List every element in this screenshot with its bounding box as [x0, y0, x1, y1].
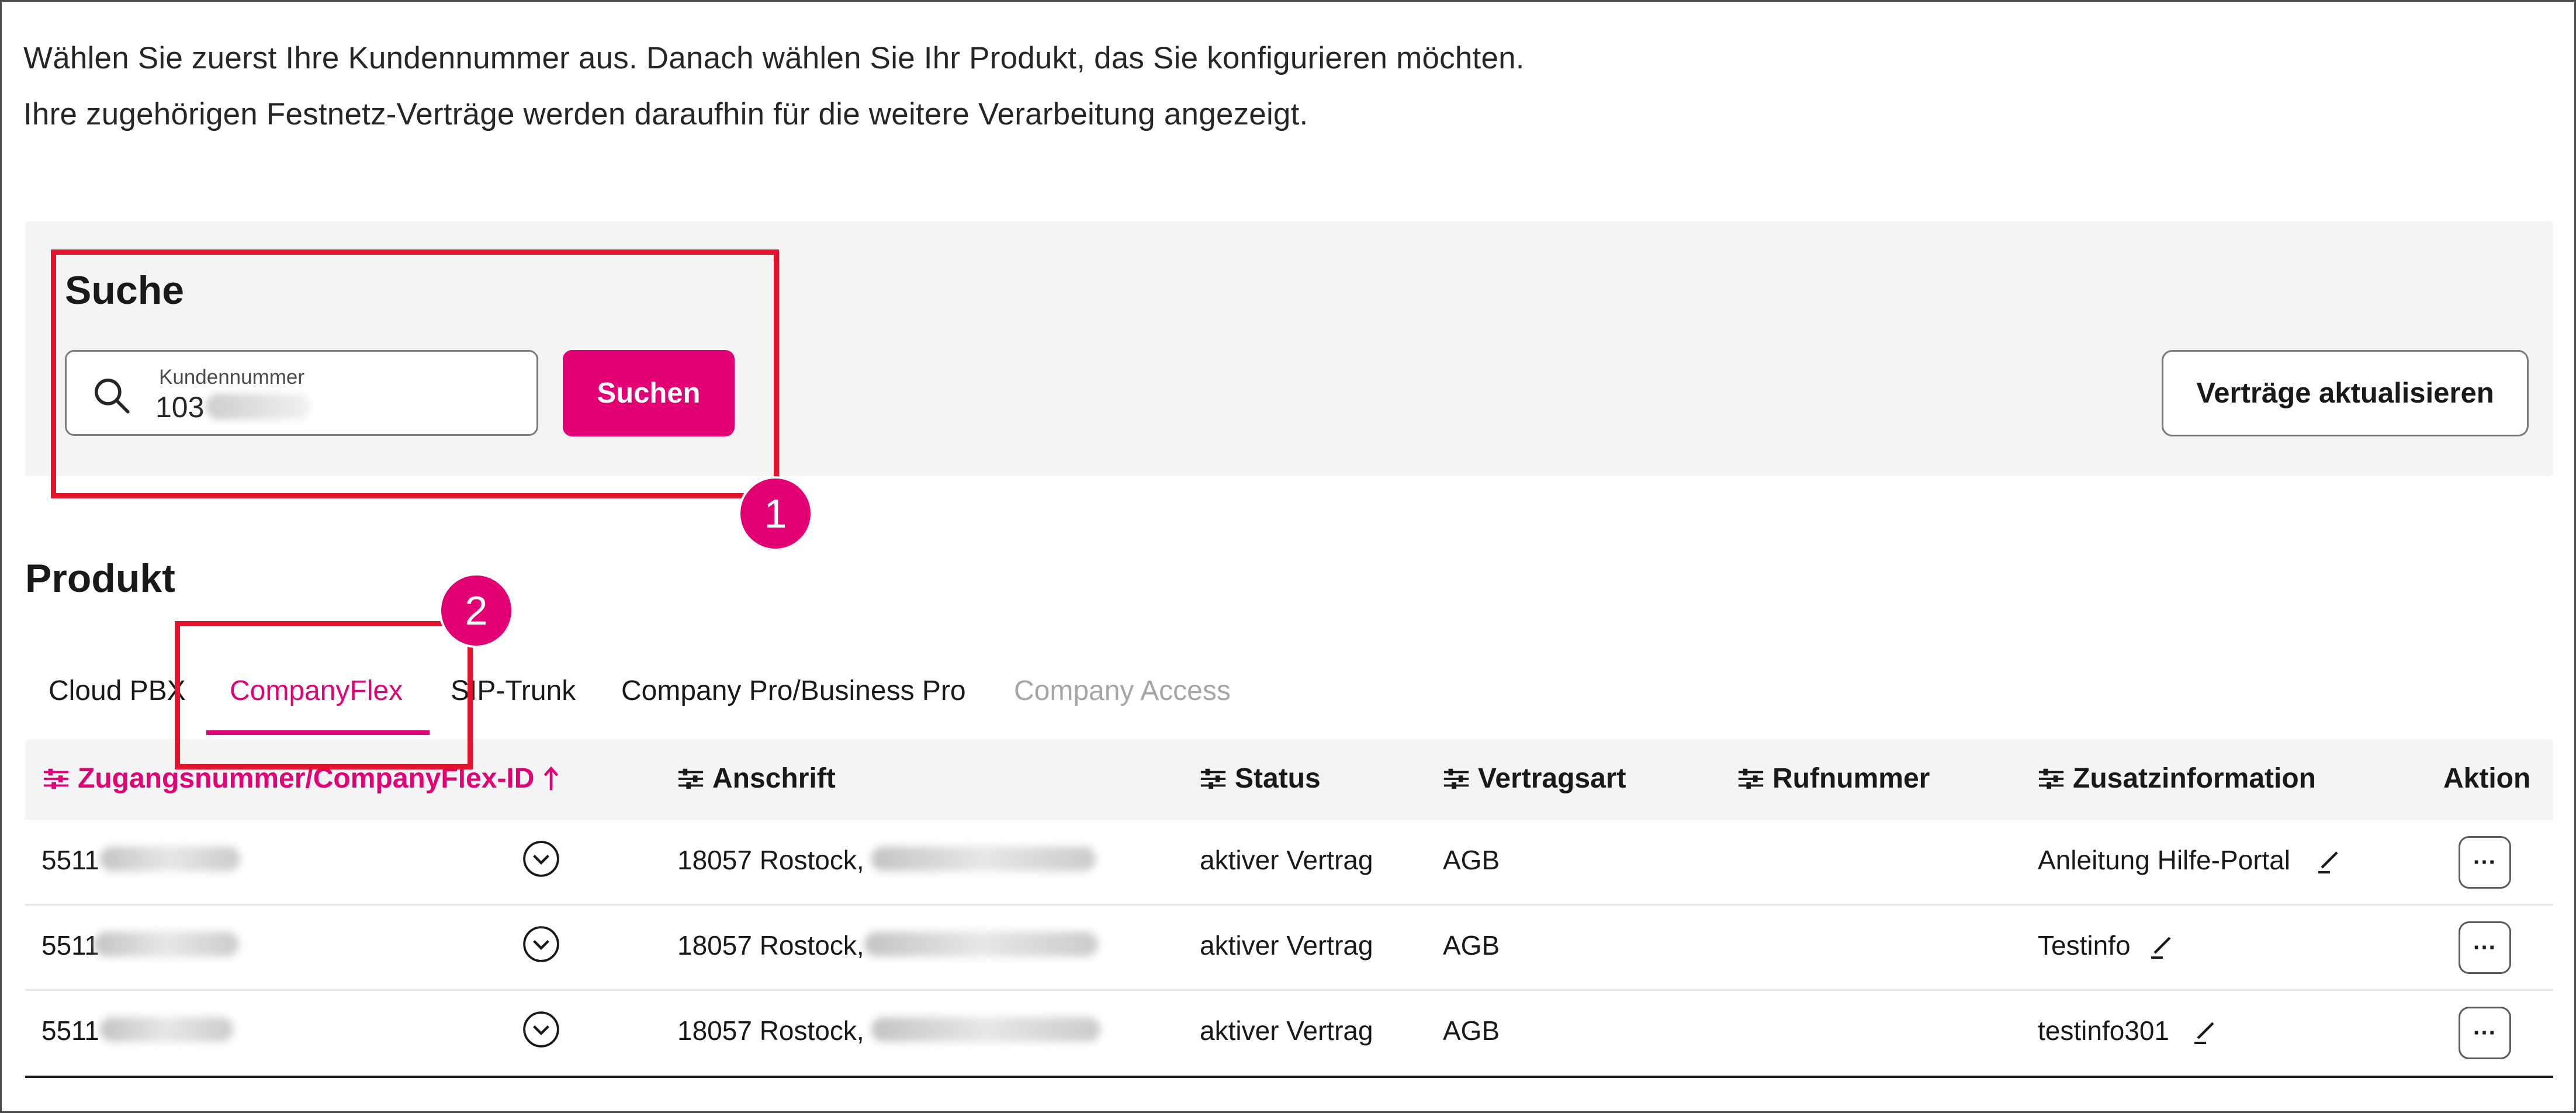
column-header-action: Aktion [2443, 763, 2531, 794]
intro-line-2: Ihre zugehörigen Festnetz-Verträge werde… [23, 97, 1308, 131]
chevron-down-icon[interactable] [522, 1010, 560, 1049]
filter-icon [1443, 768, 1469, 789]
column-header-phone[interactable]: Rufnummer [1737, 762, 1930, 795]
more-actions-button[interactable]: ··· [2459, 921, 2511, 974]
cell-info: testinfo301 [2038, 1015, 2170, 1046]
row-divider [25, 989, 2553, 991]
tab-cloud-pbx[interactable]: Cloud PBX [49, 675, 186, 707]
edit-icon[interactable] [2315, 847, 2343, 875]
column-header-status-label: Status [1235, 763, 1321, 794]
redacted-blur [871, 847, 1096, 871]
cell-info: Anleitung Hilfe-Portal [2038, 845, 2291, 875]
cell-status: aktiver Vertrag [1200, 1015, 1373, 1046]
cell-contract-type: AGB [1443, 1015, 1500, 1046]
column-header-info-label: Zusatzinformation [2073, 763, 2316, 794]
filter-icon [678, 768, 704, 789]
chevron-down-icon[interactable] [522, 925, 560, 963]
column-header-status[interactable]: Status [1200, 762, 1321, 795]
column-header-address-label: Anschrift [712, 763, 836, 794]
tab-company-pro-business-pro[interactable]: Company Pro/Business Pro [621, 675, 966, 707]
column-header-contract-type-label: Vertragsart [1478, 763, 1626, 794]
column-header-address[interactable]: Anschrift [677, 762, 836, 795]
edit-icon[interactable] [2148, 932, 2176, 960]
cell-contract-type: AGB [1443, 845, 1500, 875]
product-title: Produkt [25, 556, 175, 601]
redacted-blur [100, 847, 240, 871]
cell-info: Testinfo [2038, 930, 2131, 961]
column-header-info[interactable]: Zusatzinformation [2038, 762, 2316, 795]
arrow-up-icon [544, 766, 559, 790]
page: Wählen Sie zuerst Ihre Kundennummer aus.… [0, 0, 2576, 1113]
row-divider [25, 904, 2553, 906]
cell-address: 18057 Rostock, [677, 845, 864, 875]
filter-icon [43, 768, 69, 789]
more-actions-button[interactable]: ··· [2459, 1007, 2511, 1059]
filter-icon [2038, 768, 2064, 789]
tab-company-access: Company Access [1014, 675, 1231, 706]
cell-id: 5511 [41, 1015, 99, 1046]
refresh-contracts-button[interactable]: Verträge aktualisieren [2162, 350, 2529, 436]
cell-id: 5511 [41, 930, 99, 961]
annotation-box-1 [51, 249, 779, 498]
cell-id: 5511 [41, 845, 99, 875]
cell-address: 18057 Rostock, [677, 1015, 864, 1046]
redacted-blur [94, 932, 239, 956]
more-actions-button[interactable]: ··· [2459, 836, 2511, 889]
column-header-phone-label: Rufnummer [1772, 763, 1930, 794]
annotation-badge-2: 2 [439, 573, 514, 648]
filter-icon [1738, 768, 1764, 789]
table-bottom-border [25, 1076, 2553, 1078]
chevron-down-icon[interactable] [522, 840, 560, 878]
redacted-blur [100, 1017, 233, 1042]
redacted-blur [864, 932, 1098, 956]
cell-status: aktiver Vertrag [1200, 845, 1373, 875]
annotation-box-2 [175, 621, 473, 769]
column-header-contract-type[interactable]: Vertragsart [1443, 762, 1626, 795]
edit-icon[interactable] [2191, 1017, 2219, 1045]
redacted-blur [871, 1017, 1100, 1042]
cell-status: aktiver Vertrag [1200, 930, 1373, 961]
intro-line-1: Wählen Sie zuerst Ihre Kundennummer aus.… [23, 41, 1525, 75]
annotation-badge-1: 1 [738, 476, 813, 551]
cell-contract-type: AGB [1443, 930, 1500, 961]
filter-icon [1200, 768, 1226, 789]
cell-address: 18057 Rostock, [677, 930, 864, 961]
